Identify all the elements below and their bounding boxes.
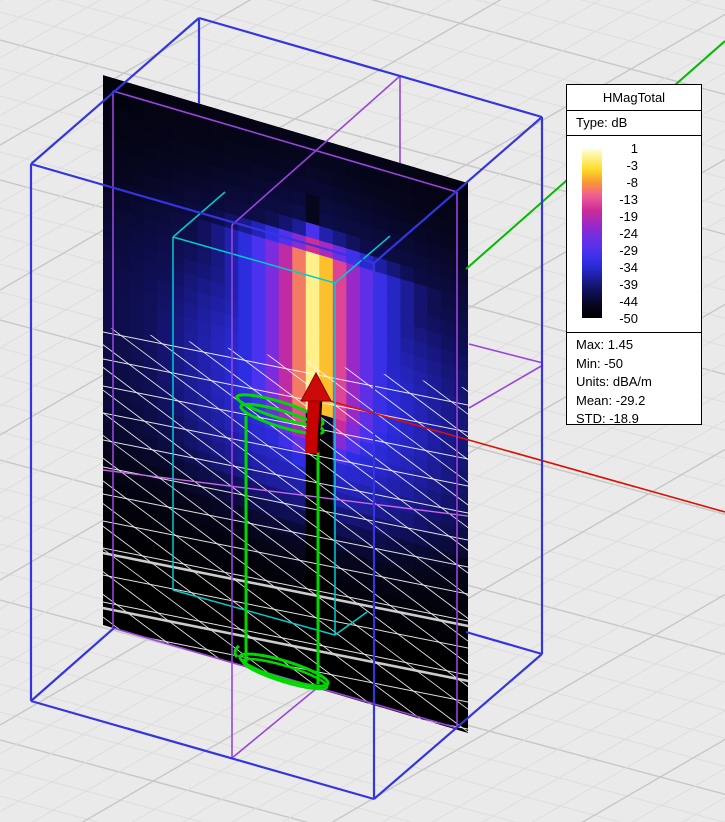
colorbar-tick-label: -50 [607,311,638,326]
legend-type-label: Type: dB [567,111,701,136]
colorbar-tick-label: -19 [607,209,638,224]
colorbar-tick-label: -29 [607,243,638,258]
colorbar-tick-label: -44 [607,294,638,309]
legend-title: HMagTotal [567,85,701,111]
colorbar-tick-label: -8 [607,175,638,190]
legend-color-scale: 1 -3 -8 -13 -19 -24 -29 -34 -39 -44 -50 [567,136,701,333]
legend-stat-line: Mean: -29.2 [576,392,701,411]
legend-stat-line: Units: dBA/m [576,373,701,392]
3d-viewport[interactable]: HMagTotal Type: dB 1 -3 -8 -13 -19 -24 -29 -34 -… [0,0,725,822]
colorbar-tick-label: -3 [607,158,638,173]
colorbar-labels: 1 -3 -8 -13 -19 -24 -29 -34 -39 -44 -50 [607,141,638,326]
legend-stat-line: Min: -50 [576,355,701,374]
colorbar-tick-label: -34 [607,260,638,275]
legend-stat-line: STD: -18.9 [576,410,701,429]
field-legend: HMagTotal Type: dB 1 -3 -8 -13 -19 -24 -29 -34 -… [566,84,702,425]
colorbar [582,149,602,318]
colorbar-tick-label: -24 [607,226,638,241]
colorbar-tick-label: 1 [607,141,638,156]
legend-stats: Max: 1.45Min: -50Units: dBA/mMean: -29.2… [567,333,701,429]
legend-stat-line: Max: 1.45 [576,336,701,355]
colorbar-tick-label: -39 [607,277,638,292]
colorbar-tick-label: -13 [607,192,638,207]
